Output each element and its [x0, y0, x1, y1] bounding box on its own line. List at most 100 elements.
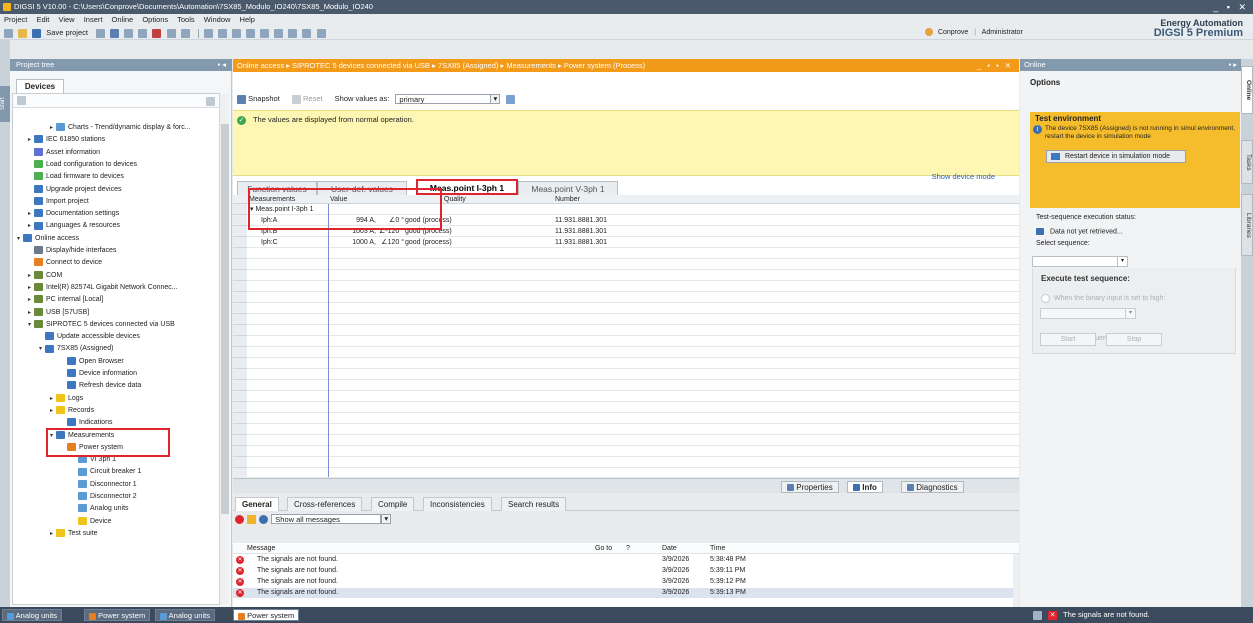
tree-item[interactable]: ▸ Test suite — [50, 528, 98, 540]
message-row[interactable]: ✕ The signals are not found. 3/9/2026 5:39:… — [233, 588, 1019, 598]
tab-general[interactable]: General — [235, 497, 279, 511]
menu-view[interactable]: View — [58, 15, 74, 24]
print-icon[interactable] — [96, 28, 106, 38]
library-icon[interactable] — [288, 28, 298, 38]
tree-item[interactable]: Connect to device — [28, 257, 102, 269]
col-quality[interactable]: Quality — [444, 195, 466, 204]
tree-item[interactable]: ▸ Records — [50, 405, 94, 417]
tree-item[interactable]: Device information — [61, 368, 137, 380]
message-scrollbar[interactable] — [1013, 554, 1019, 607]
tab-inconsistencies[interactable]: Inconsistencies — [423, 497, 492, 511]
tree-item[interactable]: ▾ SIPROTEC 5 devices connected via USB — [28, 319, 175, 331]
tree-item[interactable]: ▸ IEC 61850 stations — [28, 134, 105, 146]
row-header[interactable] — [233, 325, 247, 336]
col-time[interactable]: Time — [710, 544, 725, 554]
tree-item[interactable]: ▾ 7SX85 (Assigned) — [39, 343, 113, 355]
tree-item[interactable]: Device — [72, 516, 111, 528]
close-icon[interactable] — [246, 28, 256, 38]
editor-window-controls[interactable]: _ ▪ ▪ ✕ — [977, 59, 1013, 72]
tree-item[interactable]: ▸ Charts - Trend/dynamic display & forc..… — [50, 122, 191, 134]
tree-item[interactable]: Disconnector 2 — [72, 491, 137, 503]
split-vertical-icon[interactable] — [274, 28, 284, 38]
snapshot-button[interactable]: Snapshot — [237, 92, 280, 106]
row-header[interactable] — [233, 292, 247, 303]
row-header[interactable] — [233, 391, 247, 402]
settings-icon[interactable] — [316, 28, 326, 38]
tree-item[interactable]: ▸ Intel(R) 82574L Gigabit Network Connec.… — [28, 282, 178, 294]
start-button[interactable]: Start — [1040, 333, 1096, 346]
chevron-down-icon[interactable]: ▾ — [1125, 309, 1135, 318]
tab-diagnostics[interactable]: Diagnostics — [901, 481, 964, 493]
tree-item[interactable]: ▾ Measurements — [50, 430, 114, 442]
refresh-icon[interactable] — [506, 94, 516, 104]
row-header[interactable] — [233, 413, 247, 424]
tree-item[interactable]: Power system — [61, 442, 123, 454]
tab-devices[interactable]: Devices — [16, 79, 64, 93]
row-header[interactable] — [233, 347, 247, 358]
row-header[interactable] — [233, 369, 247, 380]
tab-compile[interactable]: Compile — [371, 497, 415, 511]
reset-button[interactable]: Reset — [291, 92, 323, 106]
delete-icon[interactable] — [152, 28, 162, 38]
zoom-icon[interactable] — [302, 28, 312, 38]
message-row[interactable]: ✕ The signals are not found. 3/9/2026 5:39:… — [233, 566, 1019, 576]
row-header[interactable] — [233, 402, 247, 413]
show-values-as-select[interactable]: primary — [395, 94, 492, 105]
row-header[interactable] — [233, 336, 247, 347]
tree-item[interactable]: ▸ Documentation settings — [28, 208, 119, 220]
col-question[interactable]: ? — [626, 544, 630, 554]
stop-button[interactable]: Stop — [1106, 333, 1162, 346]
task-analog-units-2[interactable]: Analog units — [155, 609, 215, 621]
tree-item[interactable]: Circuit breaker 1 — [72, 466, 141, 478]
menu-window[interactable]: Window — [204, 15, 231, 24]
menu-project[interactable]: Project — [4, 15, 27, 24]
collapse-right-icon[interactable]: ▪ ▸ — [1228, 59, 1237, 71]
test-environment-title[interactable]: Test environment — [1035, 114, 1101, 123]
split-horizontal-icon[interactable] — [260, 28, 270, 38]
col-goto[interactable]: Go to — [595, 544, 612, 554]
start-tab[interactable]: Start — [0, 86, 10, 122]
tab-info[interactable]: Info — [847, 481, 883, 493]
row-header[interactable] — [233, 314, 247, 325]
message-filter-select[interactable]: Show all messages — [271, 514, 382, 525]
col-message[interactable]: Message — [247, 544, 275, 554]
row-header[interactable] — [233, 215, 247, 226]
tree-item[interactable]: ▸ PC internal [Local] — [28, 294, 103, 306]
grid-view-icon[interactable] — [17, 96, 26, 105]
tree-item[interactable]: Load firmware to devices — [28, 171, 124, 183]
sequence-select[interactable]: ▾ — [1032, 256, 1128, 267]
row-header[interactable] — [233, 435, 247, 446]
warning-filter-icon[interactable] — [247, 514, 257, 524]
tree-item[interactable]: Open Browser — [61, 356, 124, 368]
save-icon[interactable] — [32, 28, 42, 38]
compile-icon[interactable] — [232, 28, 242, 38]
message-row[interactable]: ✕ The signals are not found. 3/9/2026 5:38:… — [233, 555, 1019, 565]
tab-libraries[interactable]: Libraries — [1241, 194, 1253, 256]
tree-item[interactable]: ▸ COM — [28, 270, 62, 282]
tree-item[interactable]: ▾ Online access — [17, 233, 79, 245]
message-row[interactable]: ✕ The signals are not found. 3/9/2026 5:39:… — [233, 577, 1019, 587]
row-header[interactable] — [233, 259, 247, 270]
cut-icon[interactable] — [110, 28, 120, 38]
tree-item[interactable]: Upgrade project devices — [28, 184, 122, 196]
tree-item[interactable]: Display/hide interfaces — [28, 245, 116, 257]
breadcrumb-path[interactable]: Online access ▸ SIPROTEC 5 devices conne… — [237, 61, 645, 70]
row-header[interactable] — [233, 226, 247, 237]
col-number[interactable]: Number — [555, 195, 580, 204]
row-header[interactable] — [233, 457, 247, 468]
row-header[interactable] — [233, 446, 247, 457]
row-header[interactable] — [233, 204, 247, 215]
tree-scrollbar[interactable] — [219, 94, 229, 604]
tab-online[interactable]: Online — [1241, 66, 1253, 114]
tree-item[interactable]: Indications — [61, 417, 112, 429]
row-header[interactable] — [233, 380, 247, 391]
row-header[interactable] — [233, 270, 247, 281]
redo-icon[interactable] — [180, 28, 190, 38]
chevron-down-icon[interactable]: ▾ — [1117, 257, 1127, 266]
menu-options[interactable]: Options — [142, 15, 168, 24]
row-header[interactable] — [233, 303, 247, 314]
row-header[interactable] — [233, 248, 247, 259]
tree-item[interactable]: ▸ Languages & resources — [28, 220, 120, 232]
tree-scroll-thumb[interactable] — [221, 124, 229, 514]
tab-meas-point-v-3ph-1[interactable]: Meas.point V-3ph 1 — [518, 181, 618, 195]
